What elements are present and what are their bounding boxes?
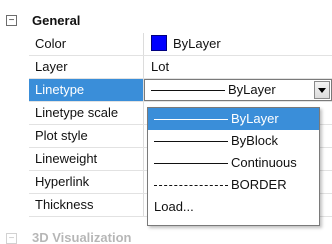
property-label: Linetype <box>29 79 144 101</box>
collapse-toggle-icon[interactable]: − <box>6 14 17 26</box>
property-row-color[interactable]: Color ByLayer <box>29 33 332 56</box>
option-continuous[interactable]: Continuous <box>148 152 319 174</box>
option-label: ByLayer <box>231 111 279 126</box>
option-label: BORDER <box>231 177 287 192</box>
section-3d-visualization[interactable]: − 3D Visualization <box>0 230 332 244</box>
linetype-combo-cell[interactable]: ByLayer <box>144 79 332 101</box>
section-title: 3D Visualization <box>32 230 132 244</box>
option-bylayer[interactable]: ByLayer <box>148 108 319 130</box>
option-load[interactable]: Load... <box>148 196 319 218</box>
option-label: Continuous <box>231 155 297 170</box>
solid-line-preview-icon <box>154 141 228 142</box>
collapse-toggle-icon[interactable]: − <box>6 233 17 244</box>
load-label: Load... <box>154 199 194 214</box>
section-general[interactable]: − General <box>0 9 332 31</box>
solid-line-preview-icon <box>151 90 225 91</box>
color-swatch-icon <box>151 35 167 51</box>
section-title: General <box>32 12 81 28</box>
property-label: Plot style <box>29 125 144 147</box>
property-label: Hyperlink <box>29 171 144 193</box>
layer-value[interactable]: Lot <box>144 56 332 78</box>
solid-line-preview-icon <box>154 163 228 164</box>
property-label: Color <box>29 33 144 55</box>
color-value: ByLayer <box>173 36 221 51</box>
linetype-combobox[interactable]: ByLayer <box>144 79 332 101</box>
property-label: Lineweight <box>29 148 144 170</box>
property-row-linetype[interactable]: Linetype ByLayer <box>29 79 332 102</box>
property-label: Linetype scale <box>29 102 144 124</box>
linetype-dropdown-list[interactable]: ByLayer ByBlock Continuous BORDER Load..… <box>147 107 320 226</box>
dashed-line-preview-icon <box>154 185 228 186</box>
property-label: Layer <box>29 56 144 78</box>
property-label: Thickness <box>29 194 144 216</box>
solid-line-preview-icon <box>154 119 228 120</box>
linetype-current-value: ByLayer <box>228 82 276 97</box>
property-row-layer[interactable]: Layer Lot <box>29 56 332 79</box>
chevron-down-icon <box>318 87 326 93</box>
property-value[interactable]: ByLayer <box>144 33 332 55</box>
option-border[interactable]: BORDER <box>148 174 319 196</box>
properties-panel: − General Color ByLayer Layer Lot Linety… <box>0 0 332 244</box>
option-byblock[interactable]: ByBlock <box>148 130 319 152</box>
option-label: ByBlock <box>231 133 278 148</box>
dropdown-button[interactable] <box>314 81 330 99</box>
